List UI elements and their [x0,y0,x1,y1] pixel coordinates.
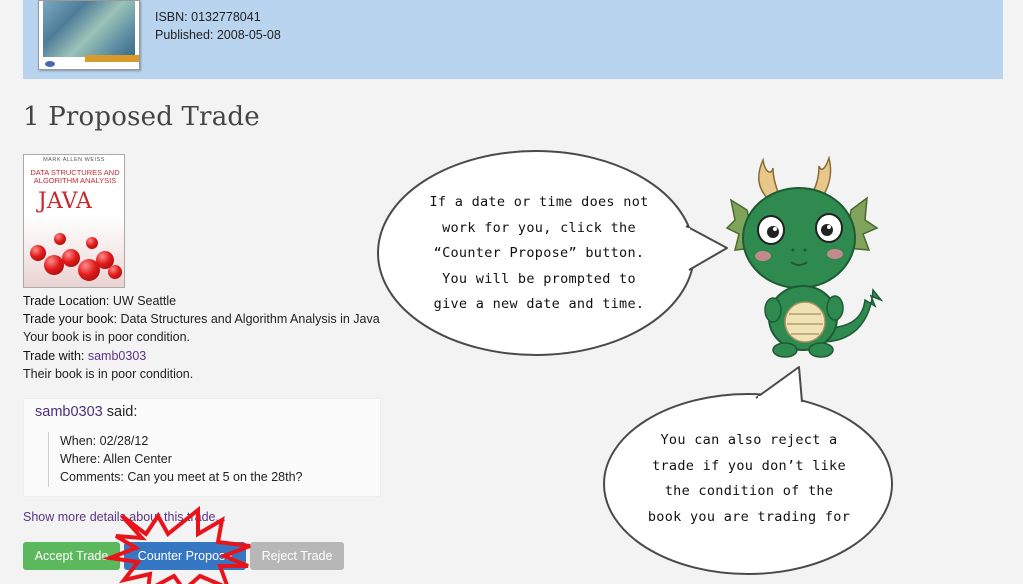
callout-line: You will be prompted to [442,270,636,287]
callout-line: work for you, click the [442,219,636,236]
callout-counter-propose: If a date or time does not work for you,… [428,190,650,318]
callout-line: book you are trading for [647,508,851,525]
callout-line: give a new date and time. [433,296,645,312]
dragon-mascot-icon [725,155,884,358]
callout-line: If a date or time does not [429,194,649,210]
callout-reject: You can also reject a trade if you don’t… [640,428,858,530]
callout-line: You can also reject a [660,432,838,448]
callout-line: trade if you don’t like [652,457,846,474]
callout-line: the condition of the [664,483,834,499]
callout-line: “Counter Propose” button. [433,245,645,261]
